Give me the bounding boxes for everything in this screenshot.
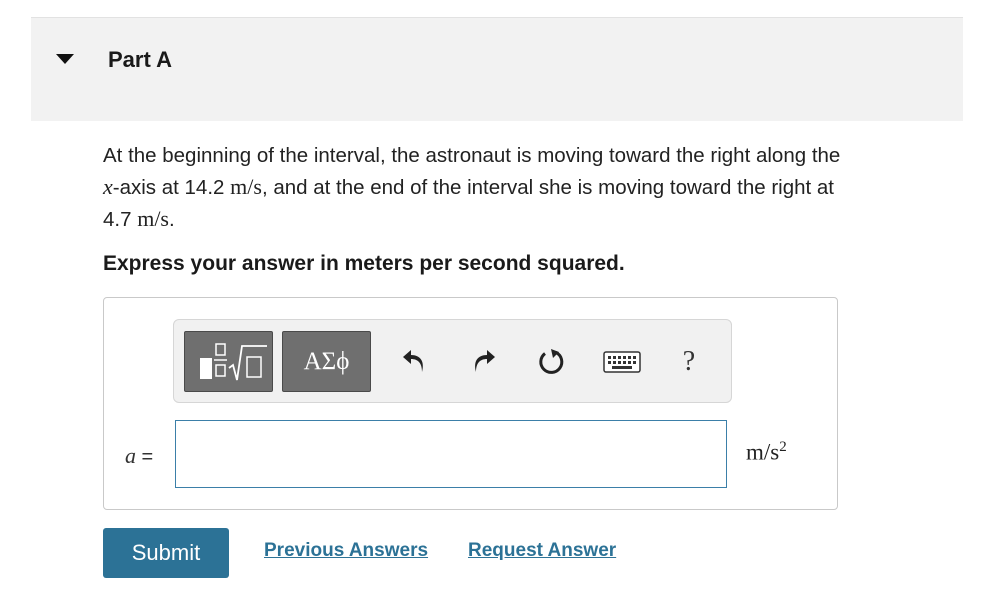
answer-input[interactable] bbox=[175, 420, 727, 488]
previous-answers-link[interactable]: Previous Answers bbox=[264, 540, 428, 562]
help-button[interactable]: ? bbox=[671, 342, 707, 382]
undo-icon bbox=[403, 350, 423, 372]
answer-variable-label: a = bbox=[125, 443, 153, 469]
reset-icon bbox=[539, 349, 564, 374]
templates-button[interactable] bbox=[184, 331, 273, 392]
answer-instruction: Express your answer in meters per second… bbox=[103, 252, 625, 275]
question-text-2: -axis at 14.2 bbox=[112, 176, 231, 199]
part-header[interactable]: Part A bbox=[31, 18, 963, 121]
question-text-5: . bbox=[169, 208, 175, 231]
velocity-1-units: m/s bbox=[230, 174, 262, 199]
redo-icon bbox=[475, 350, 495, 372]
reset-button[interactable] bbox=[534, 342, 570, 382]
answer-box: ΑΣϕ ? a = m/s2 bbox=[103, 297, 838, 510]
equals-sign: = bbox=[136, 446, 154, 468]
submit-button[interactable]: Submit bbox=[103, 528, 229, 578]
units-exponent: 2 bbox=[779, 439, 787, 455]
greek-symbols-button[interactable]: ΑΣϕ bbox=[282, 331, 371, 392]
question-text: At the beginning of the interval, the as… bbox=[103, 140, 973, 235]
answer-units: m/s2 bbox=[746, 439, 787, 466]
redo-button[interactable] bbox=[466, 342, 502, 382]
question-text-1: At the beginning of the interval, the as… bbox=[103, 144, 841, 167]
collapse-caret-icon[interactable] bbox=[56, 54, 74, 64]
answer-variable: a bbox=[125, 443, 136, 468]
question-text-3: , and at the end of the interval she is … bbox=[261, 176, 834, 199]
math-toolbar: ΑΣϕ ? bbox=[173, 319, 732, 403]
keyboard-icon bbox=[603, 351, 641, 373]
axis-variable: x bbox=[103, 174, 113, 199]
keyboard-button[interactable] bbox=[601, 342, 643, 382]
fraction-sqrt-template-icon bbox=[200, 343, 267, 381]
undo-button[interactable] bbox=[396, 342, 432, 382]
part-title: Part A bbox=[108, 47, 172, 72]
velocity-2-units: m/s bbox=[137, 206, 169, 231]
units-base: m/s bbox=[746, 439, 780, 465]
question-text-4: 4.7 bbox=[103, 208, 138, 231]
request-answer-link[interactable]: Request Answer bbox=[468, 540, 616, 562]
